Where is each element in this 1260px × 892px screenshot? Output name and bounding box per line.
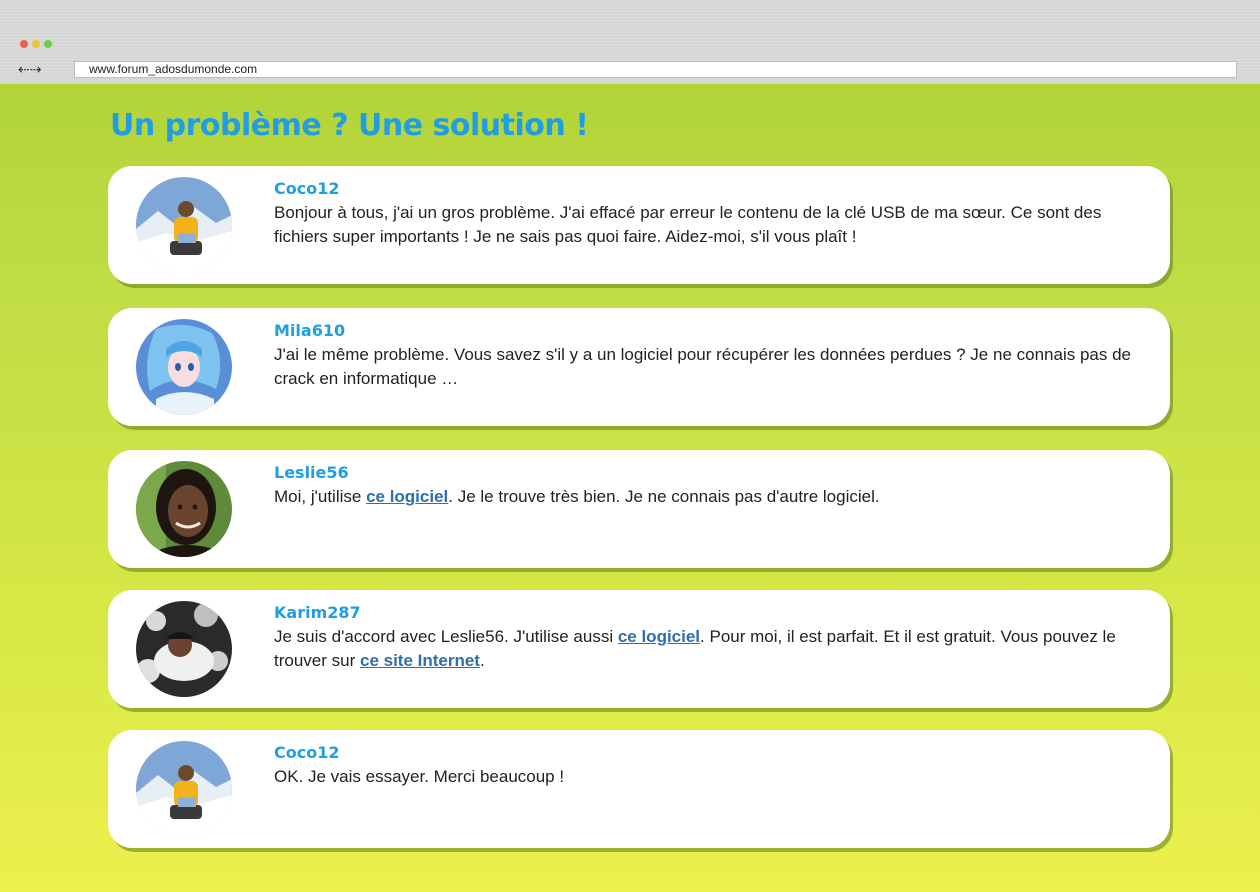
back-forward-arrows-icon[interactable]: ⇠⇢: [18, 62, 41, 76]
window-controls: [20, 40, 52, 48]
forum-page: Un problème ? Une solution ! Coco12 Bonj…: [0, 84, 1260, 892]
forum-post: Mila610 J'ai le même problème. Vous save…: [108, 308, 1170, 426]
page-title: Un problème ? Une solution !: [110, 108, 589, 143]
forum-post: Coco12 OK. Je vais essayer. Merci beauco…: [108, 730, 1170, 848]
post-username[interactable]: Karim287: [274, 604, 1152, 622]
post-username[interactable]: Leslie56: [274, 464, 1152, 482]
post-body: Coco12 Bonjour à tous, j'ai un gros prob…: [274, 180, 1152, 249]
post-message: OK. Je vais essayer. Merci beaucoup !: [274, 767, 565, 786]
post-body: Leslie56 Moi, j'utilise ce logiciel. Je …: [274, 464, 1152, 509]
post-message: Moi, j'utilise ce logiciel. Je le trouve…: [274, 487, 880, 506]
snowboarder-avatar-icon[interactable]: [136, 741, 232, 837]
website-link[interactable]: ce site Internet: [360, 651, 480, 670]
minimize-window-button[interactable]: [32, 40, 40, 48]
forum-post: Leslie56 Moi, j'utilise ce logiciel. Je …: [108, 450, 1170, 568]
maximize-window-button[interactable]: [44, 40, 52, 48]
post-username[interactable]: Mila610: [274, 322, 1152, 340]
boy-snow-avatar-icon[interactable]: [136, 601, 232, 697]
software-link[interactable]: ce logiciel: [366, 487, 448, 506]
girl-portrait-avatar-icon[interactable]: [136, 461, 232, 557]
post-body: Coco12 OK. Je vais essayer. Merci beauco…: [274, 744, 1152, 789]
post-username[interactable]: Coco12: [274, 744, 1152, 762]
post-message: J'ai le même problème. Vous savez s'il y…: [274, 345, 1131, 388]
post-message: Je suis d'accord avec Leslie56. J'utilis…: [274, 627, 1116, 670]
post-body: Karim287 Je suis d'accord avec Leslie56.…: [274, 604, 1152, 673]
post-body: Mila610 J'ai le même problème. Vous save…: [274, 322, 1152, 391]
snowboarder-avatar-icon[interactable]: [136, 177, 232, 273]
forum-post: Coco12 Bonjour à tous, j'ai un gros prob…: [108, 166, 1170, 284]
address-bar[interactable]: www.forum_adosdumonde.com: [74, 61, 1237, 78]
software-link[interactable]: ce logiciel: [618, 627, 700, 646]
forum-post: Karim287 Je suis d'accord avec Leslie56.…: [108, 590, 1170, 708]
browser-chrome: ⇠⇢ www.forum_adosdumonde.com: [0, 0, 1260, 84]
anime-girl-avatar-icon[interactable]: [136, 319, 232, 415]
post-message: Bonjour à tous, j'ai un gros problème. J…: [274, 203, 1102, 246]
close-window-button[interactable]: [20, 40, 28, 48]
post-username[interactable]: Coco12: [274, 180, 1152, 198]
